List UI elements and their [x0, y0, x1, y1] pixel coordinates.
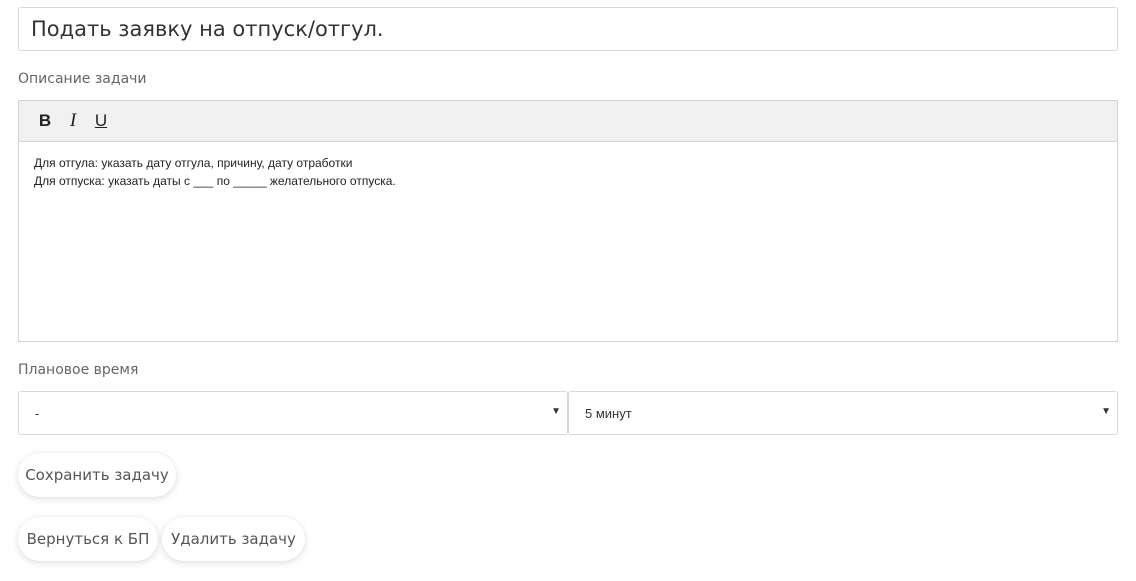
task-edit-page: Описание задачи B I U Для отгула: указат…: [0, 0, 1136, 581]
bold-button[interactable]: B: [31, 109, 59, 133]
chevron-down-icon: ▼: [1101, 406, 1111, 417]
hours-select-value: -: [35, 405, 40, 421]
hours-select[interactable]: - ▼: [18, 391, 568, 435]
planned-time-label: Плановое время: [18, 362, 139, 378]
minutes-select-value: 5 минут: [585, 405, 632, 421]
underline-button[interactable]: U: [87, 109, 115, 133]
minutes-select[interactable]: 5 минут ▼: [568, 391, 1118, 435]
description-line: Для отгула: указать дату отгула, причину…: [34, 156, 353, 170]
save-task-button[interactable]: Сохранить задачу: [18, 453, 176, 497]
description-text-area[interactable]: Для отгула: указать дату отгула, причину…: [19, 142, 1117, 202]
task-title-input[interactable]: [18, 7, 1118, 51]
description-label: Описание задачи: [18, 71, 147, 87]
description-line: Для отпуска: указать даты с ___ по _____…: [34, 174, 396, 188]
back-to-bp-button[interactable]: Вернуться к БП: [18, 517, 158, 561]
delete-task-button[interactable]: Удалить задачу: [162, 517, 305, 561]
italic-button[interactable]: I: [59, 109, 87, 133]
chevron-down-icon: ▼: [551, 406, 561, 417]
editor-toolbar: B I U: [19, 101, 1117, 142]
description-editor: B I U Для отгула: указать дату отгула, п…: [18, 100, 1118, 342]
